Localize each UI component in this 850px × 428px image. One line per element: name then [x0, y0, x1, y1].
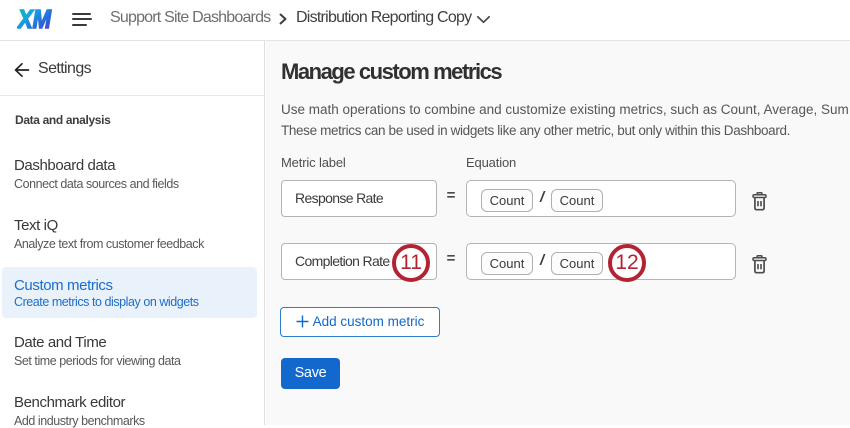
svg-text:XM: XM — [17, 5, 52, 33]
